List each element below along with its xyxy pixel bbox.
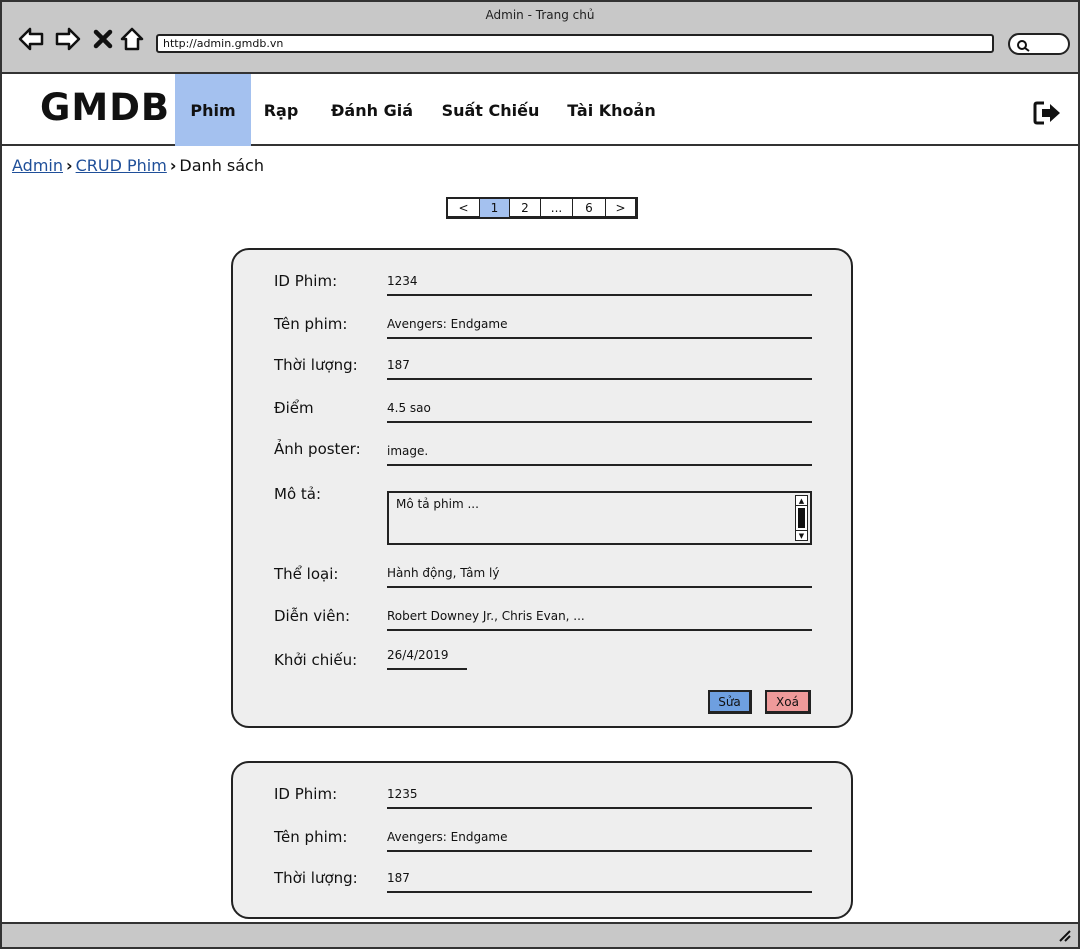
browser-window: Admin - Trang chủ http://admin.gmdb.vn G… <box>0 0 1080 949</box>
page-next-button[interactable]: > <box>606 199 635 217</box>
nav-item-tai-khoan[interactable]: Tài Khoản <box>562 74 661 146</box>
breadcrumb-separator: › <box>169 156 177 175</box>
search-icon <box>1017 40 1030 52</box>
release-date-field[interactable]: 26/4/2019 <box>387 648 467 670</box>
page-prev-button[interactable]: < <box>448 199 480 217</box>
pagination: < 1 2 ... 6 > <box>446 197 638 219</box>
poster-label: Ảnh poster: <box>274 440 361 458</box>
movie-card: ID Phim: 1235 Tên phim: Avengers: Endgam… <box>231 761 853 919</box>
duration-field[interactable]: 187 <box>387 871 812 893</box>
nav-item-suat-chieu[interactable]: Suất Chiếu <box>439 74 542 146</box>
id-field[interactable]: 1235 <box>387 787 812 809</box>
address-bar[interactable]: http://admin.gmdb.vn <box>156 34 994 53</box>
description-text: Mô tả phim ... <box>396 497 479 511</box>
close-icon[interactable] <box>88 24 118 54</box>
browser-statusbar <box>2 922 1078 947</box>
description-scrollbar[interactable]: ▲ ▼ <box>795 495 808 541</box>
breadcrumb-separator: › <box>66 156 73 175</box>
breadcrumb-current: Danh sách <box>179 156 264 175</box>
poster-field[interactable]: image. <box>387 444 812 466</box>
genre-field[interactable]: Hành động, Tâm lý <box>387 566 812 588</box>
id-label: ID Phim: <box>274 272 338 290</box>
name-field[interactable]: Avengers: Endgame <box>387 317 812 339</box>
release-label: Khởi chiếu: <box>274 651 358 669</box>
browser-search-field[interactable] <box>1008 33 1070 55</box>
cast-field[interactable]: Robert Downey Jr., Chris Evan, ... <box>387 609 812 631</box>
movie-card: ID Phim: 1234 Tên phim: Avengers: Endgam… <box>231 248 853 728</box>
scroll-thumb[interactable] <box>798 508 805 528</box>
description-textarea[interactable]: Mô tả phim ... ▲ ▼ <box>387 491 812 545</box>
name-label: Tên phim: <box>274 828 348 846</box>
page-6-button[interactable]: 6 <box>573 199 606 217</box>
scroll-up-icon[interactable]: ▲ <box>796 496 807 506</box>
edit-button[interactable]: Sửa <box>708 690 752 714</box>
breadcrumb-crud-phim[interactable]: CRUD Phim <box>76 156 167 175</box>
duration-label: Thời lượng: <box>274 869 358 887</box>
breadcrumb: Admin › CRUD Phim › Danh sách <box>12 156 264 175</box>
home-icon[interactable] <box>117 24 147 54</box>
nav-item-rap[interactable]: Rạp <box>257 74 305 146</box>
nav-item-danh-gia[interactable]: Đánh Giá <box>324 74 420 146</box>
scroll-down-icon[interactable]: ▼ <box>796 530 807 540</box>
page-2-button[interactable]: 2 <box>510 199 541 217</box>
duration-label: Thời lượng: <box>274 356 358 374</box>
score-label: Điểm <box>274 399 314 417</box>
window-title: Admin - Trang chủ <box>485 8 595 22</box>
description-label: Mô tả: <box>274 485 322 503</box>
name-field[interactable]: Avengers: Endgame <box>387 830 812 852</box>
nav-item-phim[interactable]: Phim <box>175 74 251 146</box>
resize-grip-icon[interactable] <box>1058 929 1072 943</box>
duration-field[interactable]: 187 <box>387 358 812 380</box>
delete-button[interactable]: Xoá <box>765 690 811 714</box>
forward-arrow-icon[interactable] <box>53 24 83 54</box>
app-logo[interactable]: GMDB <box>40 86 170 129</box>
back-arrow-icon[interactable] <box>16 24 46 54</box>
cast-label: Diễn viên: <box>274 607 351 625</box>
logout-icon[interactable] <box>1033 100 1063 126</box>
name-label: Tên phim: <box>274 315 348 333</box>
page-ellipsis: ... <box>541 199 573 217</box>
breadcrumb-admin[interactable]: Admin <box>12 156 63 175</box>
id-label: ID Phim: <box>274 785 338 803</box>
page-1-button[interactable]: 1 <box>480 199 510 217</box>
browser-titlebar: Admin - Trang chủ http://admin.gmdb.vn <box>2 2 1078 74</box>
app-navbar: GMDB Phim Rạp Đánh Giá Suất Chiếu Tài Kh… <box>2 74 1078 146</box>
genre-label: Thể loại: <box>274 565 339 583</box>
score-field[interactable]: 4.5 sao <box>387 401 812 423</box>
id-field[interactable]: 1234 <box>387 274 812 296</box>
